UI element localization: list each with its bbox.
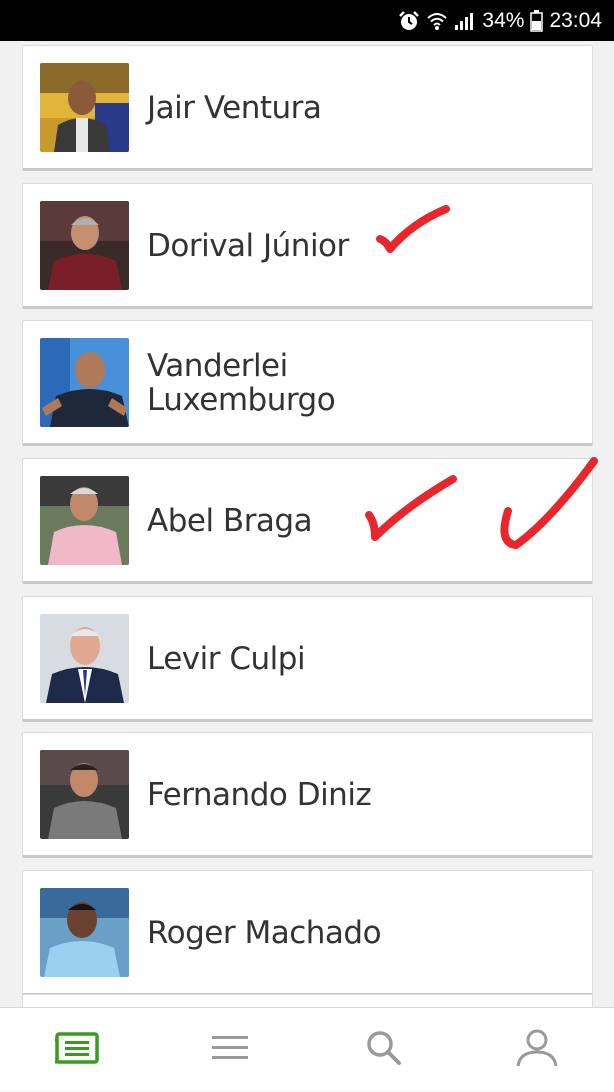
avatar — [40, 750, 129, 839]
list-item[interactable] — [22, 994, 593, 1007]
status-bar: 34% 23:04 — [0, 0, 614, 41]
clock: 23:04 — [549, 8, 602, 32]
avatar — [40, 338, 129, 427]
avatar — [40, 63, 129, 152]
profile-icon — [516, 1029, 558, 1071]
list-item[interactable]: Abel Braga — [22, 458, 593, 584]
coach-name: Levir Culpi — [147, 640, 306, 677]
coach-name: Jair Ventura — [147, 89, 322, 126]
avatar — [40, 476, 129, 565]
coach-list[interactable]: Jair Ventura Dorival Júnior Vanderlei Lu… — [0, 41, 614, 1007]
list-item[interactable]: Fernando Diniz — [22, 732, 593, 858]
avatar — [40, 201, 129, 290]
menu-tab[interactable] — [180, 1008, 280, 1092]
battery-percent: 34% — [482, 8, 525, 32]
alarm-icon — [398, 10, 420, 32]
list-item[interactable]: Vanderlei Luxemburgo — [22, 320, 593, 446]
list-item[interactable]: Levir Culpi — [22, 596, 593, 722]
avatar — [40, 888, 129, 977]
avatar — [40, 614, 129, 703]
list-item[interactable]: Jair Ventura — [22, 45, 593, 171]
battery-icon — [530, 9, 544, 32]
wifi-icon — [426, 10, 448, 32]
news-tab[interactable] — [27, 1008, 127, 1092]
list-item[interactable]: Dorival Júnior — [22, 183, 593, 309]
coach-name: Fernando Diniz — [147, 776, 372, 813]
coach-name: Abel Braga — [147, 502, 313, 539]
search-icon — [366, 1030, 402, 1070]
search-tab[interactable] — [334, 1008, 434, 1092]
coach-name: Dorival Júnior — [147, 227, 349, 264]
list-item[interactable]: Roger Machado — [22, 870, 593, 996]
menu-icon — [211, 1034, 249, 1066]
profile-tab[interactable] — [487, 1008, 587, 1092]
signal-icon — [454, 11, 476, 31]
bottom-nav — [0, 1007, 614, 1091]
coach-name: Roger Machado — [147, 914, 382, 951]
news-icon — [51, 1032, 99, 1068]
coach-name: Vanderlei Luxemburgo — [147, 347, 336, 418]
